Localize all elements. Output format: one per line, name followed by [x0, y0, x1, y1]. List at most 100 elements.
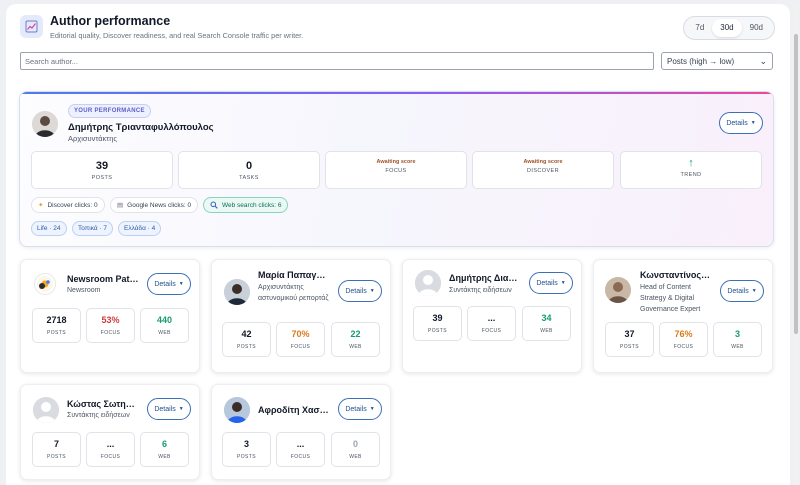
- stat-value: 3: [734, 329, 740, 339]
- author-name: Newsroom Pat…: [67, 274, 139, 284]
- details-button[interactable]: Details ▼: [338, 398, 382, 420]
- page-title: Author performance: [50, 14, 171, 28]
- range-30d-button[interactable]: 30d: [712, 19, 742, 37]
- stat-posts: 42 POSTS: [222, 322, 271, 357]
- stat-value: 6: [161, 439, 167, 449]
- stat-posts: 39 POSTS: [413, 306, 462, 341]
- stat-web: 22 WEB: [331, 322, 380, 357]
- accent-bar: [20, 92, 773, 94]
- stat-label: POSTS: [620, 344, 639, 350]
- stat-value: ...: [106, 439, 115, 449]
- stat-value: ...: [296, 439, 305, 449]
- stat-value: 22: [350, 329, 361, 339]
- stat-web: 440 WEB: [140, 308, 189, 343]
- details-label: Details: [154, 405, 176, 413]
- stat-focus: 76% FOCUS: [659, 322, 708, 357]
- details-label: Details: [345, 287, 367, 295]
- stat-value: Awaiting score: [376, 159, 416, 165]
- caret-down-icon: ▼: [369, 406, 375, 412]
- author-card: Αφροδίτη Χασ… Details ▼ 3 POSTS ... FOCU…: [211, 384, 391, 480]
- scrollbar[interactable]: [793, 4, 799, 485]
- stat-value: 42: [241, 329, 252, 339]
- author-card: Κώστας Σωτη… Συντάκτης ειδήσεων Details …: [20, 384, 200, 480]
- category-tag[interactable]: Ελλάδα · 4: [118, 221, 162, 236]
- stat-focus: Awaiting score FOCUS: [325, 151, 467, 189]
- stat-label: FOCUS: [100, 454, 121, 460]
- details-button[interactable]: Details ▼: [147, 273, 191, 295]
- stat-tasks: 0 TASKS: [178, 151, 320, 189]
- sparkle-icon: ✦: [38, 202, 44, 209]
- stat-label: WEB: [540, 328, 553, 334]
- search-author-input[interactable]: [20, 52, 654, 70]
- details-button[interactable]: Details ▼: [529, 272, 573, 294]
- chevron-down-icon: ⌄: [759, 55, 767, 66]
- stat-label: POSTS: [237, 454, 256, 460]
- avatar: [33, 397, 59, 423]
- stat-focus: ... FOCUS: [86, 432, 135, 467]
- caret-down-icon: ▼: [178, 406, 184, 412]
- search-icon: [210, 201, 218, 209]
- author-card: Κωνσταντίνος… Head of Content Strategy &…: [593, 259, 773, 373]
- author-role: Αρχισυντάκτης: [68, 134, 118, 143]
- details-button[interactable]: Details ▼: [147, 398, 191, 420]
- category-tag[interactable]: Τοπικά · 7: [72, 221, 114, 236]
- stat-focus: ... FOCUS: [467, 306, 516, 341]
- author-card: Μαρία Παπαγ… Αρχισυντάκτης αστυνομικού ρ…: [211, 259, 391, 373]
- author-role: Αρχισυντάκτης αστυνομικού ρεπορτάζ: [258, 284, 329, 302]
- sort-select-value: Posts (high → low): [667, 56, 735, 66]
- stat-value: 0: [245, 160, 253, 172]
- stat-value: 39: [432, 313, 443, 323]
- sort-select[interactable]: Posts (high → low) ⌄: [661, 52, 773, 70]
- page-header: Author performance Editorial quality, Di…: [20, 14, 775, 44]
- stat-label: WEB: [731, 344, 744, 350]
- stat-value: 7: [53, 439, 59, 449]
- stat-trend: ↑ TREND: [620, 151, 762, 189]
- author-name: Δημήτρης Τριανταφυλλόπουλος: [68, 122, 214, 133]
- your-performance-badge: YOUR PERFORMANCE: [68, 104, 151, 118]
- stat-value: 53%: [101, 315, 120, 325]
- author-card: Δημήτρης Δια… Συντάκτης ειδήσεων Details…: [402, 259, 582, 373]
- stat-value: 76%: [674, 329, 693, 339]
- stat-focus: 53% FOCUS: [86, 308, 135, 343]
- stat-posts: 3 POSTS: [222, 432, 271, 467]
- web-search-clicks-pill: Web search clicks: 6: [203, 197, 289, 213]
- details-label: Details: [154, 280, 176, 288]
- range-7d-button[interactable]: 7d: [687, 19, 712, 37]
- discover-clicks-pill: ✦ Discover clicks: 0: [31, 197, 105, 213]
- scrollbar-thumb[interactable]: [794, 34, 798, 334]
- details-button[interactable]: Details ▼: [719, 112, 763, 134]
- stat-label: POSTS: [91, 175, 113, 181]
- date-range-toggle: 7d 30d 90d: [683, 16, 775, 40]
- caret-down-icon: ▼: [178, 281, 184, 287]
- stat-label: FOCUS: [290, 344, 311, 350]
- stat-label: POSTS: [47, 330, 66, 336]
- author-role: Συντάκτης ειδήσεων: [449, 287, 512, 294]
- your-performance-card: YOUR PERFORMANCE Δημήτρης Τριανταφυλλόπο…: [19, 91, 774, 247]
- stat-web: 6 WEB: [140, 432, 189, 467]
- stat-label: FOCUS: [481, 328, 502, 334]
- stat-value: 34: [541, 313, 552, 323]
- range-90d-button[interactable]: 90d: [742, 19, 771, 37]
- details-label: Details: [345, 405, 367, 413]
- caret-down-icon: ▼: [560, 280, 566, 286]
- stat-focus: 70% FOCUS: [276, 322, 325, 357]
- stat-label: POSTS: [428, 328, 447, 334]
- avatar: [224, 279, 250, 305]
- author-name: Αφροδίτη Χασ…: [258, 405, 329, 415]
- stat-value: 70%: [291, 329, 310, 339]
- pill-label: Discover clicks: 0: [47, 201, 98, 209]
- stat-discover: Awaiting score DISCOVER: [472, 151, 614, 189]
- details-button[interactable]: Details ▼: [338, 280, 382, 302]
- author-role: Συντάκτης ειδήσεων: [67, 412, 130, 419]
- pill-label: Web search clicks: 6: [222, 201, 282, 209]
- stat-posts: 37 POSTS: [605, 322, 654, 357]
- category-tag[interactable]: Life · 24: [31, 221, 67, 236]
- details-label: Details: [536, 279, 558, 287]
- stat-label: POSTS: [47, 454, 66, 460]
- stat-label: DISCOVER: [527, 168, 559, 174]
- stat-label: TREND: [680, 172, 702, 178]
- stat-value: 3: [243, 439, 249, 449]
- newspaper-icon: ▤: [117, 202, 124, 209]
- stat-value: 39: [95, 160, 109, 172]
- details-button[interactable]: Details ▼: [720, 280, 764, 302]
